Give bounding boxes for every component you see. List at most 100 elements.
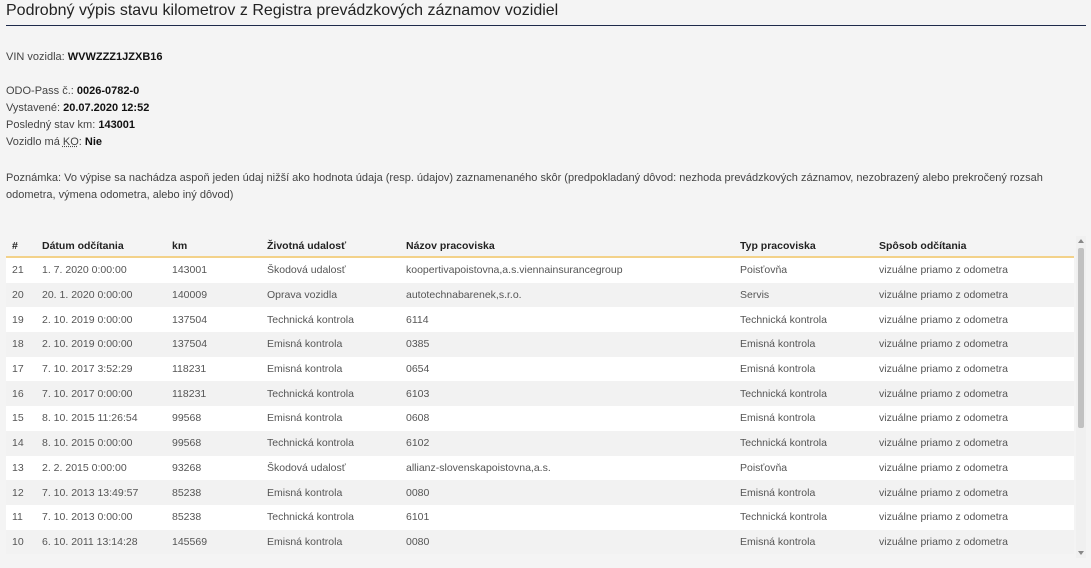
table-cell: vizuálne priamo z odometra [873,356,1074,382]
table-cell: Emisná kontrola [734,529,873,555]
table-cell: Emisná kontrola [261,406,400,431]
table-cell: 99568 [166,430,261,456]
table-cell: 93268 [166,455,261,481]
table-row: 14 8. 10. 2015 0:00:00 99568 Technická kont… [6,430,1074,456]
table-cell: Emisná kontrola [261,356,400,382]
table-row: 16 7. 10. 2017 0:00:00 118231 Technická kon… [6,381,1074,407]
table-cell: 6102 [400,430,734,456]
table-cell: 21 [6,257,36,283]
table-cell: Emisná kontrola [734,406,873,431]
table-cell: Technická kontrola [261,381,400,407]
table-cell: Technická kontrola [261,504,400,530]
column-header-event: Životná udalosť [261,236,400,258]
table-cell: 145569 [166,529,261,555]
column-header-date: Dátum odčítania [36,236,166,258]
ko-label-prefix: Vozidlo má [6,136,60,148]
vin-line: VIN vozidla: WVWZZZ1JZXB16 [6,51,163,63]
title-divider [6,25,1086,26]
table-cell: 20 [6,282,36,308]
table-cell: vizuálne priamo z odometra [873,332,1074,357]
table-cell: 0080 [400,529,734,555]
last-km-label: Posledný stav km: [6,119,96,131]
table-cell: 143001 [166,257,261,283]
table-cell: Emisná kontrola [734,356,873,382]
table-cell: vizuálne priamo z odometra [873,504,1074,530]
table-body: 21 1. 7. 2020 0:00:00 143001 Škodová udalos… [6,257,1074,555]
table-cell: 99568 [166,406,261,431]
table-row: 17 7. 10. 2017 3:52:29 118231 Emisná kontro… [6,356,1074,382]
table-cell: 13 [6,455,36,481]
table-cell: Poisťovňa [734,455,873,481]
table-cell: Technická kontrola [261,430,400,456]
last-km-line: Posledný stav km: 143001 [6,119,135,131]
table-cell: 85238 [166,480,261,505]
table-cell: 85238 [166,504,261,530]
ko-value: Nie [84,136,103,148]
table-cell: Technická kontrola [734,381,873,407]
table-cell: koopertivapoistovna,a.s.viennainsuranceg… [400,257,734,283]
table-cell: vizuálne priamo z odometra [873,430,1074,456]
table-cell: 11 [6,504,36,530]
table-cell: vizuálne priamo z odometra [873,529,1074,555]
column-header-reading-method: Spôsob odčítania [873,236,1074,258]
table-cell: 137504 [166,307,261,333]
table-cell: 8. 10. 2015 0:00:00 [36,430,166,456]
table-cell: 118231 [166,381,261,407]
records-table: # Dátum odčítania km Životná udalosť Názov p… [6,236,1074,555]
table-cell: vizuálne priamo z odometra [873,455,1074,481]
table-row: 20 20. 1. 2020 0:00:00 140009 Oprava vozidl… [6,282,1074,308]
table-cell: Servis [734,282,873,308]
table-cell: Emisná kontrola [261,480,400,505]
table-cell: 6. 10. 2011 13:14:28 [36,529,166,555]
scroll-thumb[interactable] [1078,248,1084,428]
table-cell: 2. 2. 2015 0:00:00 [36,455,166,481]
vin-label: VIN vozidla: [6,51,65,63]
ko-line: Vozidlo má KO: Nie [6,136,102,148]
table-cell: 6114 [400,307,734,333]
table-cell: 118231 [166,356,261,382]
table-row: 13 2. 2. 2015 0:00:00 93268 Škodová udalosť… [6,455,1074,481]
table-cell: 10 [6,529,36,555]
table-cell: vizuálne priamo z odometra [873,480,1074,505]
table-cell: Emisná kontrola [734,480,873,505]
table-cell: vizuálne priamo z odometra [873,381,1074,407]
column-header-km: km [166,236,261,258]
ko-abbr[interactable]: KO [63,136,79,148]
issued-line: Vystavené: 20.07.2020 12:52 [6,102,149,114]
column-header-workplace-type: Typ pracoviska [734,236,873,258]
table-cell: 16 [6,381,36,407]
table-cell: vizuálne priamo z odometra [873,257,1074,283]
table-cell: 6101 [400,504,734,530]
table-cell: 7. 10. 2013 13:49:57 [36,480,166,505]
table-cell: 0654 [400,356,734,382]
table-cell: Technická kontrola [734,430,873,456]
table-cell: 7. 10. 2013 0:00:00 [36,504,166,530]
scroll-down-icon[interactable] [1078,551,1084,555]
page-title: Podrobný výpis stavu kilometrov z Regist… [6,2,559,19]
table-cell: 19 [6,307,36,333]
table-cell: 0608 [400,406,734,431]
ko-label-suffix: : [78,136,82,148]
table-cell: 7. 10. 2017 0:00:00 [36,381,166,407]
table-cell: vizuálne priamo z odometra [873,406,1074,431]
table-cell: Oprava vozidla [261,282,400,308]
table-cell: 12 [6,480,36,505]
table-cell: Poisťovňa [734,257,873,283]
table-cell: Emisná kontrola [734,332,873,357]
table-row: 10 6. 10. 2011 13:14:28 145569 Emisná kontr… [6,529,1074,555]
records-table-container[interactable]: # Dátum odčítania km Životná udalosť Názov p… [6,236,1084,562]
table-row: 11 7. 10. 2013 0:00:00 85238 Technická kont… [6,504,1074,530]
table-cell: 17 [6,356,36,382]
column-header-index: # [6,236,36,258]
issued-value: 20.07.2020 12:52 [63,102,150,114]
vin-value: WVWZZZ1JZXB16 [67,51,163,63]
column-header-workplace-name: Názov pracoviska [400,236,734,258]
scroll-up-icon[interactable] [1078,239,1084,243]
table-cell: 1. 7. 2020 0:00:00 [36,257,166,283]
table-scrollbar[interactable] [1076,236,1086,558]
table-cell: vizuálne priamo z odometra [873,282,1074,308]
table-cell: 0385 [400,332,734,357]
table-row: 19 2. 10. 2019 0:00:00 137504 Technická kon… [6,307,1074,333]
last-km-value: 143001 [98,119,136,131]
table-cell: 20. 1. 2020 0:00:00 [36,282,166,308]
